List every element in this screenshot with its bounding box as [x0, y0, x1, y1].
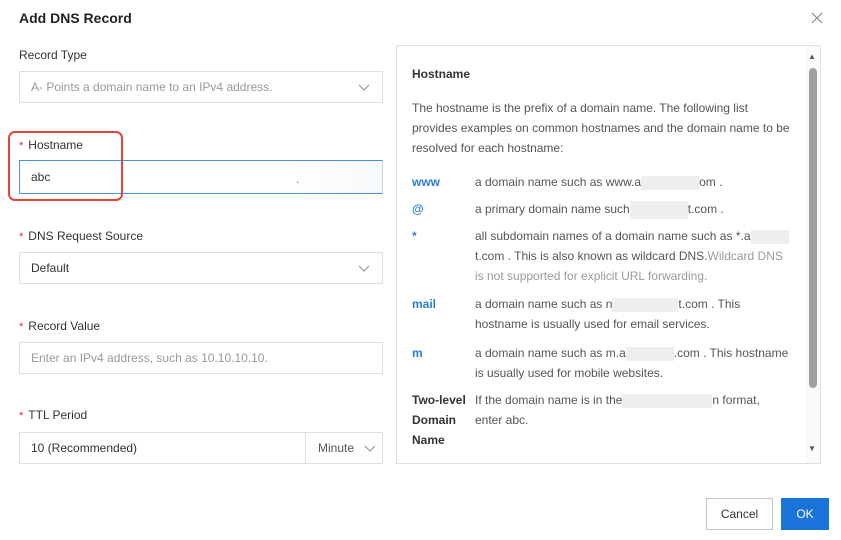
close-icon[interactable]	[808, 9, 826, 27]
record-value-input[interactable]: Enter an IPv4 address, such as 10.10.10.…	[19, 342, 383, 374]
hostname-highlight-annotation	[8, 131, 123, 201]
record-type-select[interactable]: A- Points a domain name to an IPv4 addre…	[19, 71, 383, 103]
cancel-button[interactable]: Cancel	[706, 498, 773, 530]
chevron-down-icon	[358, 84, 370, 91]
ok-button[interactable]: OK	[781, 498, 829, 530]
help-intro: The hostname is the prefix of a domain n…	[412, 101, 790, 155]
dns-request-source-value: Default	[31, 261, 70, 275]
domain-suffix: .	[296, 172, 300, 186]
dns-request-source-select[interactable]: Default	[19, 252, 383, 284]
record-value-label: * Record Value	[19, 319, 101, 333]
ttl-value-select[interactable]: 10 (Recommended)	[20, 433, 306, 463]
dialog-title: Add DNS Record	[19, 10, 132, 26]
hostname-help-panel[interactable]: Hostname The hostname is the prefix of a…	[396, 45, 821, 464]
chevron-down-icon	[358, 265, 370, 272]
record-type-label: Record Type	[19, 48, 87, 62]
ttl-unit-select[interactable]: Minute	[306, 433, 382, 463]
chevron-down-icon	[364, 445, 376, 452]
ttl-period-label: * TTL Period	[19, 408, 88, 422]
record-value-placeholder: Enter an IPv4 address, such as 10.10.10.…	[31, 351, 268, 365]
scrollbar-thumb[interactable]	[809, 68, 817, 388]
domain-suffix-area	[292, 161, 382, 193]
scroll-down-arrow-icon[interactable]: ▼	[808, 444, 816, 453]
help-title: Hostname	[412, 67, 471, 81]
ttl-period-control: 10 (Recommended) Minute	[19, 432, 383, 464]
dns-request-source-label: * DNS Request Source	[19, 229, 144, 243]
scroll-up-arrow-icon[interactable]: ▲	[808, 52, 816, 61]
record-type-value: A- Points a domain name to an IPv4 addre…	[31, 80, 273, 94]
